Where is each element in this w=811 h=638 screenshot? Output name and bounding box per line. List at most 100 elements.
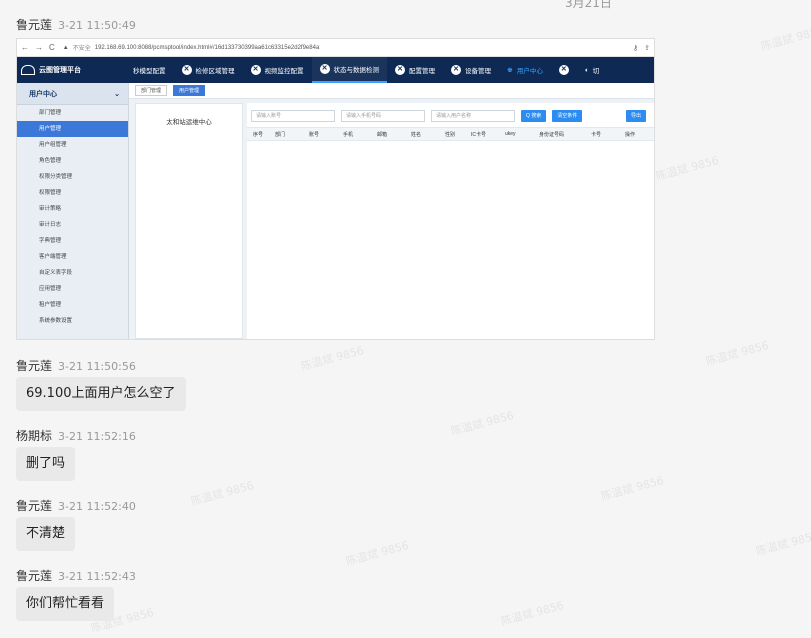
column-header: 账号: [309, 131, 320, 138]
watermark: 陈温斌 9856: [344, 538, 411, 569]
watermark: 陈温斌 9856: [599, 473, 666, 504]
column-header: 性别: [445, 131, 456, 138]
close-icon: ✕: [395, 65, 405, 75]
sender-name[interactable]: 杨期标: [16, 429, 52, 443]
column-header: 序号: [253, 131, 264, 138]
sidebar-item: 系统参数设置: [39, 318, 73, 324]
column-header: 卡号: [591, 131, 602, 138]
secure-label: 不安全: [72, 46, 91, 52]
message-time: 3-21 11:50:56: [58, 360, 136, 373]
message-header: 鲁元莲 3-21 11:52:40: [16, 497, 136, 514]
message-bubble[interactable]: 不清楚: [16, 517, 76, 551]
sender-name[interactable]: 鲁元莲: [16, 499, 52, 513]
column-header: 邮箱: [377, 131, 388, 138]
export-button: 导出: [625, 110, 646, 122]
sidebar-item: 用户组管理: [39, 142, 67, 148]
nav-item: ✕ 视频监控配置: [243, 57, 312, 83]
sender-name[interactable]: 鲁元莲: [16, 18, 52, 32]
sidebar-item: 客户端管理: [39, 254, 67, 260]
close-icon: ✕: [451, 65, 461, 75]
chevron-down-icon: ⌄: [114, 90, 120, 98]
crumb-tab: 部门管理: [135, 85, 168, 96]
org-tree: 太和站运维中心: [135, 103, 243, 339]
clear-button: 清空条件: [552, 110, 583, 122]
message-time: 3-21 11:52:16: [58, 430, 136, 443]
message-bubble[interactable]: 69.100上面用户怎么空了: [16, 377, 186, 411]
message-bubble[interactable]: 你们帮忙看看: [16, 587, 115, 621]
column-header: 姓名: [411, 131, 422, 138]
message-time: 3-21 11:52:40: [58, 500, 136, 513]
watermark: 陈温斌 9856: [654, 153, 721, 184]
nav-item: ✕ 检修区域管理: [174, 57, 243, 83]
sidebar-item: 权限分类管理: [39, 174, 73, 180]
sidebar-title: 用户中心 ⌄: [17, 83, 128, 105]
watermark: 陈温斌 9856: [754, 528, 811, 559]
sender-name[interactable]: 鲁元莲: [16, 569, 52, 583]
watermark: 陈温斌 9856: [189, 478, 256, 509]
close-icon: ✕: [319, 64, 330, 74]
table-header: 序号 部门 账号 手机 邮箱 姓名 性别 IC卡号 ukey 身份证号码 卡号 …: [247, 127, 654, 141]
sidebar-item: 角色管理: [39, 158, 62, 164]
sidebar-item: 部门管理: [39, 110, 62, 116]
sidebar-item: 字典管理: [39, 238, 62, 244]
message-header: 杨期标 3-21 11:52:16: [16, 427, 136, 444]
message-time: 3-21 11:50:49: [58, 19, 136, 32]
sidebar-item: 审计策略: [39, 206, 62, 212]
watermark: 陈温斌 9856: [299, 343, 366, 374]
crumb-tab: 用户管理: [173, 85, 206, 96]
nav-item: ♚ 用户中心: [507, 67, 543, 75]
share-icon: ⇪: [644, 44, 650, 52]
sidebar-item: 自定义表字段: [39, 270, 73, 276]
sidebar-item: 应用管理: [39, 286, 62, 292]
tree-root: 太和站运维中心: [166, 119, 212, 126]
column-header: 操作: [625, 131, 636, 138]
column-header: ukey: [505, 131, 516, 137]
nav-item: ✕: [551, 57, 577, 83]
sidebar-item: 租户管理: [39, 302, 62, 308]
column-header: 手机: [343, 131, 354, 138]
app-title: 云图管理平台: [39, 67, 81, 74]
reload-icon: C: [49, 43, 55, 52]
watermark: 陈温斌 9856: [449, 408, 516, 439]
address-bar: ▲ 不安全 192.168.69.100:8088/pcmsptool/inde…: [62, 43, 633, 53]
sidebar-item: 审计日志: [39, 222, 62, 228]
cloud-icon: [21, 65, 35, 75]
message-bubble[interactable]: 删了吗: [16, 447, 76, 481]
watermark: 陈温斌 9856: [704, 338, 771, 369]
column-header: 部门: [275, 131, 286, 138]
sidebar: 用户中心 ⌄ 部门管理 用户管理 用户组管理 角色管理 权限分类管理 权限管理 …: [17, 83, 129, 339]
forward-icon: →: [35, 43, 43, 52]
message-time: 3-21 11:52:43: [58, 570, 136, 583]
sidebar-item: 权限管理: [39, 190, 62, 196]
main-panel: 部门管理 用户管理 太和站运维中心 请输入账号 请输入手机号码 请输入用户名称 …: [129, 83, 654, 339]
nav-item: ✕ 配置管理: [387, 57, 443, 83]
username-input: 请输入用户名称: [431, 110, 515, 122]
nav-item: ✕ 状态与数据检测: [311, 57, 387, 83]
app-header: 云图管理平台 秒模型配置 ✕ 检修区域管理 ✕ 视频监控配置 ✕ 状态与数据检测 ✕ 配…: [17, 57, 654, 83]
date-divider: 3月21日: [565, 0, 612, 10]
browser-bar: ← → C ▲ 不安全 192.168.69.100:8088/pcmsptoo…: [17, 39, 654, 57]
screenshot-image[interactable]: ← → C ▲ 不安全 192.168.69.100:8088/pcmsptoo…: [16, 38, 655, 340]
app-logo: 云图管理平台: [21, 65, 125, 75]
nav-item: 秒模型配置: [133, 68, 166, 75]
message-header: 鲁元莲 3-21 11:50:49: [16, 16, 136, 33]
phone-input: 请输入手机号码: [341, 110, 425, 122]
close-icon: ✕: [250, 65, 261, 75]
column-header: IC卡号: [471, 131, 487, 138]
account-input: 请输入账号: [251, 110, 335, 122]
user-icon: ♚: [507, 67, 513, 74]
warning-icon: ▲: [62, 44, 69, 51]
back-icon: ←: [21, 43, 29, 52]
sender-name[interactable]: 鲁元莲: [16, 359, 52, 373]
key-icon: ⚷: [632, 44, 639, 52]
sidebar-item: 用户管理: [17, 121, 128, 137]
close-icon: ✕: [558, 65, 569, 75]
url-text: 192.168.69.100:8088/pcmsptool/index.html…: [94, 44, 320, 51]
message-header: 鲁元莲 3-21 11:52:43: [16, 567, 136, 584]
watermark: 陈温斌 9856: [499, 598, 566, 629]
watermark: 陈温斌 9856: [759, 23, 811, 54]
message-header: 鲁元莲 3-21 11:50:56: [16, 357, 136, 374]
nav-item: ◐ 切: [584, 66, 600, 76]
close-icon: ✕: [181, 65, 192, 75]
column-header: 身份证号码: [539, 131, 565, 138]
